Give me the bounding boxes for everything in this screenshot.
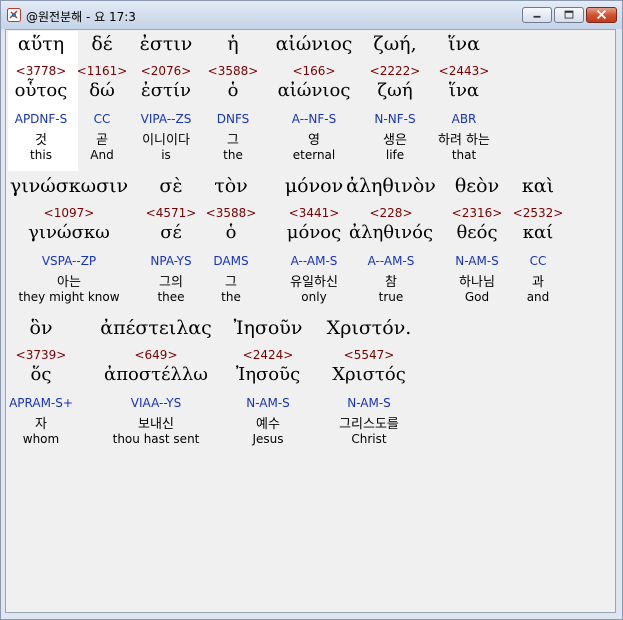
maximize-icon [564, 10, 574, 19]
strong-number: <5547> [343, 348, 395, 362]
english-gloss: and [526, 290, 550, 304]
word-column[interactable]: ὃν <3739> ὅς APRAM-S+ 자 whom [0, 314, 101, 452]
strong-number: <2443> [438, 64, 490, 78]
parsing-code: CC [529, 254, 547, 268]
korean-gloss: 자 [35, 417, 47, 432]
strong-number: <2532> [512, 206, 564, 220]
close-button[interactable] [586, 7, 617, 23]
korean-gloss: 보내신 [138, 417, 174, 432]
maximize-button[interactable] [554, 7, 584, 23]
minimize-button[interactable] [522, 7, 552, 23]
english-gloss: whom [22, 432, 60, 446]
parsing-code: APRAM-S+ [9, 396, 73, 410]
korean-gloss: 그리스도를 [339, 417, 399, 432]
app-window: @원전분해 - 요 17:3 αὕτη <3778> οὗτος APDNF-S 것 th… [0, 0, 623, 620]
app-icon[interactable] [7, 7, 21, 22]
strong-number: <3739> [15, 348, 67, 362]
minimize-icon [533, 15, 541, 18]
greek-word: Χριστόν. [326, 317, 412, 339]
greek-word: καὶ [521, 175, 555, 197]
korean-gloss: 하려 하는 [438, 133, 490, 148]
korean-gloss: 과 [532, 275, 544, 290]
lemma-word: ὅς [30, 364, 52, 385]
word-column[interactable]: ἵνα <2443> ἵνα ABR 하려 하는 that [404, 30, 524, 168]
parsing-code: VIAA--YS [130, 396, 182, 410]
greek-word: ὃν [29, 317, 53, 339]
greek-word: ἵνα [448, 33, 480, 55]
window-title: @원전분해 - 요 17:3 [26, 10, 136, 24]
lemma-word: ἵνα [448, 80, 480, 101]
strong-number: <649> [134, 348, 178, 362]
english-gloss: Christ [351, 432, 387, 446]
word-column[interactable]: Χριστόν. <5547> Χριστός N-AM-S 그리스도를 Christ [309, 314, 429, 452]
parsing-code: N-AM-S [347, 396, 391, 410]
title-bar[interactable]: @원전분해 - 요 17:3 [1, 1, 622, 29]
close-icon [596, 9, 607, 20]
english-gloss: that [451, 148, 477, 162]
interlinear-panel[interactable]: αὕτη <3778> οὗτος APDNF-S 것 this δέ <1161> δώ CC 곧… [5, 29, 616, 613]
lemma-word: Χριστός [332, 364, 406, 385]
word-column[interactable]: καὶ <2532> καί CC 과 and [478, 172, 598, 310]
english-gloss: thou hast sent [112, 432, 200, 446]
lemma-word: καί [522, 222, 554, 243]
greek-word: ἀπέστειλας [100, 317, 212, 339]
parsing-code: ABR [451, 112, 477, 126]
word-column[interactable]: ἀπέστειλας <649> ἀποστέλλω VIAA--YS 보내신 thou … [96, 314, 216, 452]
lemma-word: ἀποστέλλω [104, 364, 208, 385]
